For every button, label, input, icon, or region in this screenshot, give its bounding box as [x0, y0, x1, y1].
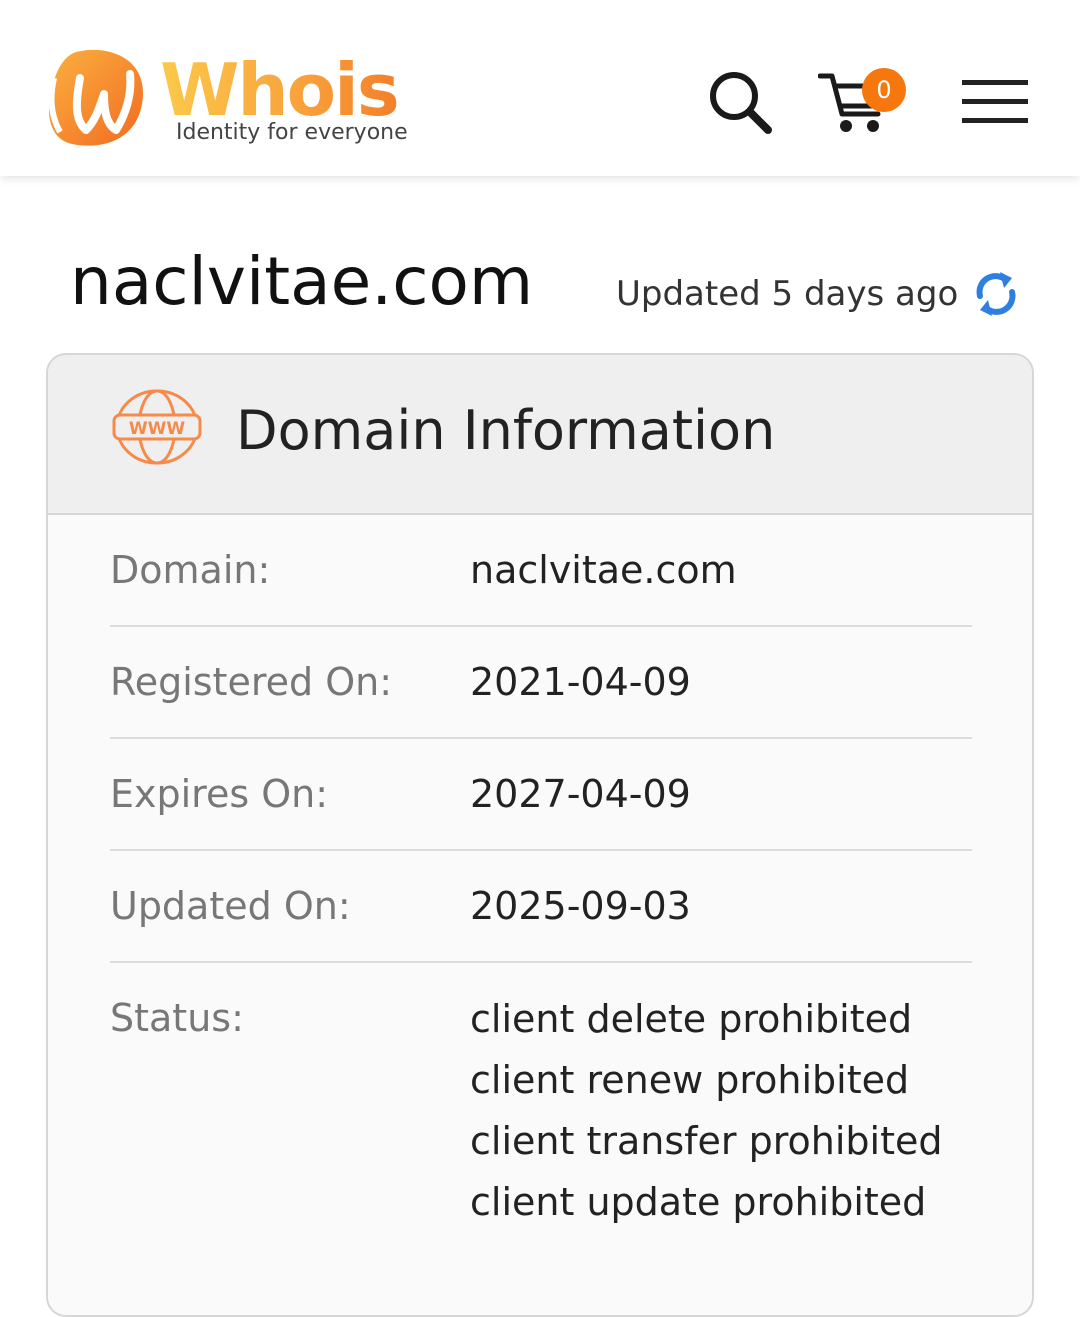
search-icon: [710, 72, 772, 134]
card-header: WWW Domain Information: [48, 355, 1032, 515]
last-updated: Updated 5 days ago: [616, 266, 1020, 322]
status-item: client delete prohibited: [470, 997, 913, 1041]
whois-logo-mark-icon: [48, 49, 143, 146]
refresh-icon[interactable]: [972, 266, 1020, 322]
row-label: Updated On:: [110, 884, 351, 928]
page-title: naclvitae.com: [70, 243, 534, 320]
hamburger-menu-button[interactable]: [962, 80, 1030, 124]
info-row-registered-on: Registered On: 2021-04-09: [110, 627, 972, 739]
status-item: client renew prohibited: [470, 1058, 910, 1102]
hamburger-menu-icon: [962, 80, 1028, 85]
hamburger-menu-icon: [962, 118, 1028, 123]
row-label: Registered On:: [110, 660, 392, 704]
whois-logo[interactable]: Whois Identity for everyone: [46, 48, 426, 148]
www-globe-icon: WWW: [112, 389, 202, 465]
row-label: Status:: [110, 996, 244, 1040]
status-item: client transfer prohibited: [470, 1119, 943, 1163]
row-value: 2027-04-09: [470, 772, 691, 816]
status-item: client update prohibited: [470, 1180, 927, 1224]
info-row-status: Status: client delete prohibited client …: [110, 963, 972, 1263]
domain-information-card: WWW Domain Information Domain: naclvitae…: [46, 353, 1034, 1317]
status-list: client delete prohibited client renew pr…: [470, 989, 942, 1233]
row-label: Expires On:: [110, 772, 329, 816]
card-title: Domain Information: [236, 399, 776, 462]
logo-wordmark: Whois: [160, 48, 400, 132]
info-row-expires-on: Expires On: 2027-04-09: [110, 739, 972, 851]
updated-text: Updated 5 days ago: [616, 274, 959, 314]
row-value: 2025-09-03: [470, 884, 691, 928]
row-label: Domain:: [110, 548, 271, 592]
svg-text:WWW: WWW: [129, 419, 186, 439]
hamburger-menu-icon: [962, 99, 1028, 104]
row-value: naclvitae.com: [470, 548, 737, 592]
cart-button[interactable]: 0: [818, 66, 914, 138]
site-header: Whois Identity for everyone 0: [0, 0, 1080, 176]
info-row-updated-on: Updated On: 2025-09-03: [110, 851, 972, 963]
row-value: 2021-04-09: [470, 660, 691, 704]
info-row-domain: Domain: naclvitae.com: [110, 515, 972, 627]
search-button[interactable]: [706, 68, 776, 138]
cart-count-badge: 0: [862, 68, 906, 112]
logo-tagline: Identity for everyone: [176, 120, 408, 145]
